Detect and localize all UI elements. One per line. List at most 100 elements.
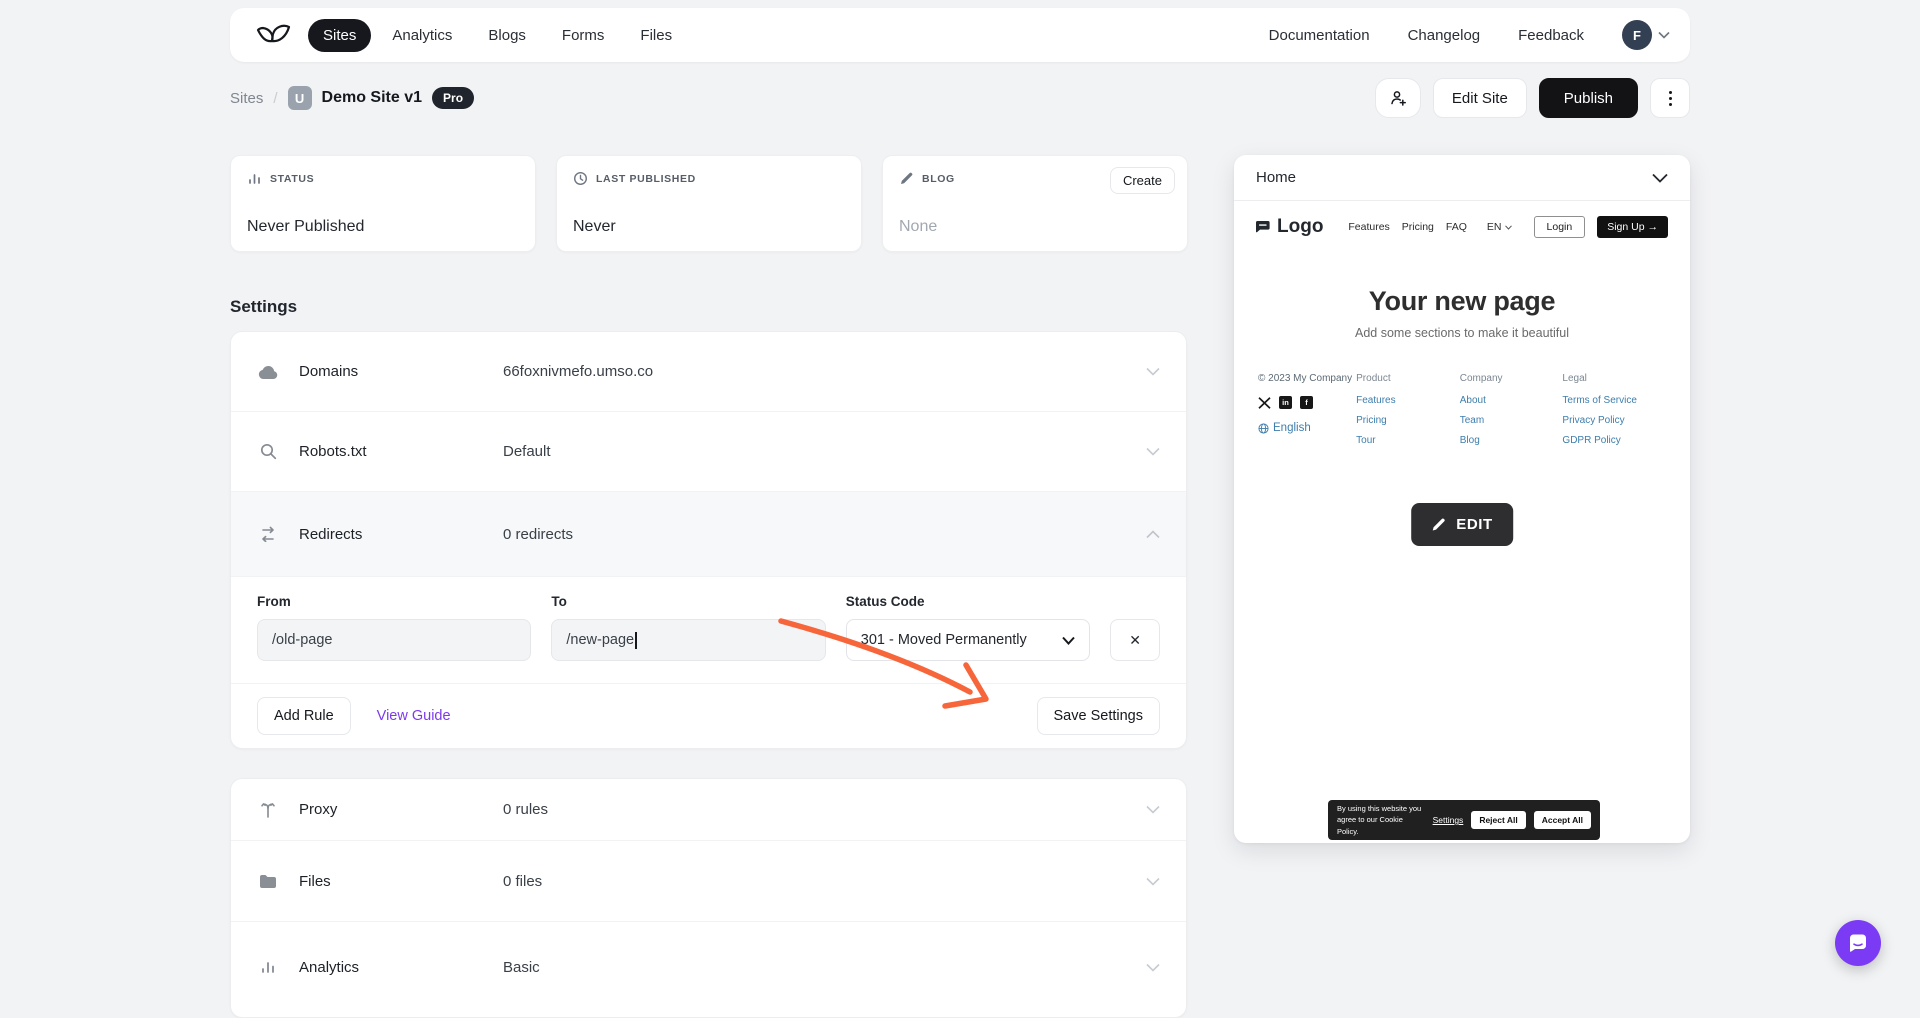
last-published-card: LAST PUBLISHED Never xyxy=(556,155,862,252)
settings-row-proxy[interactable]: Proxy 0 rules xyxy=(231,779,1186,841)
chevron-down-icon xyxy=(1146,447,1160,456)
preview-hero-title: Your new page xyxy=(1234,286,1690,317)
pro-plan-badge: Pro xyxy=(432,87,474,109)
clock-icon xyxy=(573,171,588,186)
status-code-select[interactable]: 301 - Moved Permanently xyxy=(846,619,1091,661)
footer-link[interactable]: GDPR Policy xyxy=(1562,435,1666,446)
preview-language-select[interactable]: EN xyxy=(1487,221,1512,233)
x-twitter-icon[interactable] xyxy=(1258,397,1271,409)
search-icon xyxy=(260,443,277,460)
nav-link-changelog[interactable]: Changelog xyxy=(1408,27,1481,44)
blog-card-label: BLOG xyxy=(922,173,955,185)
footer-link[interactable]: Privacy Policy xyxy=(1562,415,1666,426)
page-title: Demo Site v1 xyxy=(322,89,422,107)
add-rule-button[interactable]: Add Rule xyxy=(257,697,351,735)
more-options-button[interactable] xyxy=(1650,78,1690,118)
create-blog-button[interactable]: Create xyxy=(1110,167,1175,194)
settings-card-secondary: Proxy 0 rules Files 0 files Analytics Ba… xyxy=(230,778,1187,1018)
settings-row-domains[interactable]: Domains 66foxnivmefo.umso.co xyxy=(231,332,1186,412)
page-selector[interactable]: Home xyxy=(1234,155,1690,201)
preview-logo-text: Logo xyxy=(1277,216,1323,238)
preview-footer: © 2023 My Company in f English Product F… xyxy=(1234,373,1690,455)
footer-link[interactable]: Blog xyxy=(1460,435,1563,446)
umso-logo-icon[interactable] xyxy=(256,22,292,48)
to-input[interactable]: /new-page xyxy=(551,619,825,661)
preview-nav-pricing[interactable]: Pricing xyxy=(1402,221,1434,233)
account-menu[interactable]: F xyxy=(1622,20,1670,50)
from-input[interactable]: /old-page xyxy=(257,619,531,661)
edit-site-button[interactable]: Edit Site xyxy=(1433,78,1527,118)
edit-page-button[interactable]: EDIT xyxy=(1411,503,1513,546)
chevron-down-icon xyxy=(1146,877,1160,886)
linkedin-icon[interactable]: in xyxy=(1279,396,1292,409)
chat-icon xyxy=(1847,932,1869,954)
redirects-footer: Add Rule View Guide Save Settings xyxy=(231,684,1186,748)
nav-link-documentation[interactable]: Documentation xyxy=(1269,27,1370,44)
pencil-icon xyxy=(1431,517,1446,532)
cookie-message: By using this website you agree to our C… xyxy=(1337,803,1425,838)
settings-row-label: Files xyxy=(299,873,503,890)
breadcrumb-row: Sites / U Demo Site v1 Pro Edit Site Pub… xyxy=(230,74,1690,122)
settings-row-files[interactable]: Files 0 files xyxy=(231,841,1186,922)
preview-nav-features[interactable]: Features xyxy=(1348,221,1389,233)
footer-link[interactable]: Team xyxy=(1460,415,1563,426)
status-card-value: Never Published xyxy=(247,218,364,236)
preview-hero-subtitle: Add some sections to make it beautiful xyxy=(1234,326,1690,340)
nav-tab-blogs[interactable]: Blogs xyxy=(473,19,541,52)
site-favicon: U xyxy=(288,86,312,110)
breadcrumb: Sites / U Demo Site v1 Pro xyxy=(230,86,474,110)
publish-button[interactable]: Publish xyxy=(1539,78,1638,118)
repeat-icon xyxy=(259,526,277,542)
redirect-rule-form: From /old-page To /new-page Status Code … xyxy=(231,577,1186,684)
chevron-up-icon xyxy=(1146,530,1160,539)
chat-launcher-button[interactable] xyxy=(1835,920,1881,966)
nav-tab-files[interactable]: Files xyxy=(625,19,687,52)
preview-signup-button[interactable]: Sign Up → xyxy=(1597,216,1668,238)
facebook-icon[interactable]: f xyxy=(1300,396,1313,409)
avatar[interactable]: F xyxy=(1622,20,1652,50)
from-field-label: From xyxy=(257,594,531,609)
footer-link[interactable]: Pricing xyxy=(1356,415,1460,426)
footer-link[interactable]: Features xyxy=(1356,395,1460,406)
cookie-reject-button[interactable]: Reject All xyxy=(1471,811,1525,829)
settings-row-label: Domains xyxy=(299,363,503,380)
settings-row-robots[interactable]: Robots.txt Default xyxy=(231,412,1186,492)
settings-row-value: Basic xyxy=(503,959,540,976)
page-selector-value: Home xyxy=(1256,169,1296,186)
settings-row-redirects[interactable]: Redirects 0 redirects xyxy=(231,492,1186,577)
last-published-card-label: LAST PUBLISHED xyxy=(596,173,696,185)
cookie-settings-link[interactable]: Settings xyxy=(1433,815,1464,825)
view-guide-link[interactable]: View Guide xyxy=(377,708,451,724)
preview-login-button[interactable]: Login xyxy=(1534,216,1586,238)
save-settings-button[interactable]: Save Settings xyxy=(1037,697,1160,735)
footer-link[interactable]: Tour xyxy=(1356,435,1460,446)
nav-tab-forms[interactable]: Forms xyxy=(547,19,620,52)
footer-link[interactable]: Terms of Service xyxy=(1562,395,1666,406)
chevron-down-icon xyxy=(1062,636,1075,645)
settings-row-value: 0 redirects xyxy=(503,526,573,543)
settings-row-value: 0 rules xyxy=(503,801,548,818)
status-code-label: Status Code xyxy=(846,594,1091,609)
chevron-down-icon xyxy=(1658,31,1670,39)
settings-row-label: Analytics xyxy=(299,959,503,976)
chevron-down-icon xyxy=(1146,963,1160,972)
settings-row-value: Default xyxy=(503,443,551,460)
nav-tab-analytics[interactable]: Analytics xyxy=(377,19,467,52)
text-cursor xyxy=(635,632,637,649)
site-preview-panel: Home Logo Features Pricing FAQ EN Login … xyxy=(1234,155,1690,843)
footer-link[interactable]: About xyxy=(1460,395,1563,406)
person-add-icon xyxy=(1388,88,1408,108)
breadcrumb-sites-link[interactable]: Sites xyxy=(230,90,263,107)
chevron-down-icon xyxy=(1652,173,1668,183)
nav-link-feedback[interactable]: Feedback xyxy=(1518,27,1584,44)
invite-member-button[interactable] xyxy=(1375,78,1421,118)
cookie-accept-button[interactable]: Accept All xyxy=(1534,811,1591,829)
nav-tab-sites[interactable]: Sites xyxy=(308,19,371,52)
preview-logo: Logo xyxy=(1256,216,1323,238)
preview-nav-faq[interactable]: FAQ xyxy=(1446,221,1467,233)
preview-copyright: © 2023 My Company xyxy=(1258,373,1356,384)
settings-row-analytics[interactable]: Analytics Basic xyxy=(231,922,1186,1012)
preview-language-link[interactable]: English xyxy=(1258,422,1356,434)
remove-rule-button[interactable]: ✕ xyxy=(1110,619,1160,661)
blog-card: BLOG None Create xyxy=(882,155,1188,252)
